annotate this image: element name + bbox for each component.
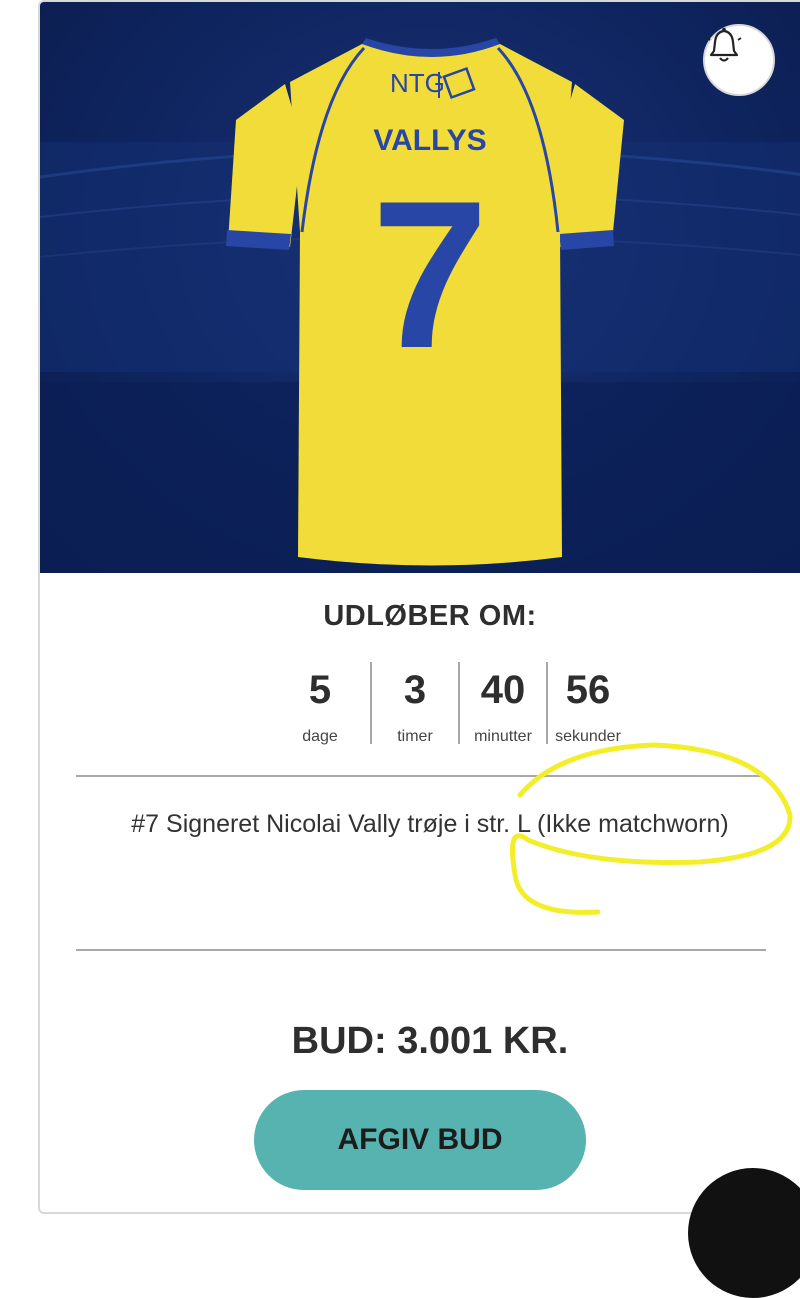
notify-button[interactable] [703,24,775,96]
countdown-timer: 5 dage 3 timer 40 minutter 56 sekunder [270,662,628,746]
place-bid-button[interactable]: AFGIV BUD [254,1090,586,1190]
countdown-seconds-value: 56 [565,668,611,712]
divider [76,775,766,777]
countdown-seconds: 56 sekunder [548,662,628,746]
bell-icon [706,27,742,62]
countdown-seconds-label: sekunder [555,728,621,745]
current-bid: BUD: 3.001 KR. [291,1020,569,1062]
countdown-hours-value: 3 [403,668,427,712]
expires-title: UDLØBER OM: [323,600,537,632]
countdown-days-label: dage [302,728,338,745]
shirt-number: 7 [372,157,489,392]
countdown-minutes-label: minutter [474,728,532,745]
countdown-hours-label: timer [397,728,433,745]
countdown-days: 5 dage [270,662,370,746]
divider [76,949,766,951]
chat-button[interactable] [688,1168,800,1298]
auction-card: NTG VALLYS 7 UDLØBER OM: 5 dage 3 timer … [38,0,800,1214]
countdown-minutes-value: 40 [480,668,526,712]
product-image: NTG VALLYS 7 [40,2,800,573]
player-name: VALLYS [373,124,486,157]
product-description: #7 Signeret Nicolai Vally trøje i str. L… [131,810,729,838]
countdown-hours: 3 timer [372,662,458,746]
sponsor-logo: NTG [390,68,445,98]
jersey-illustration: NTG VALLYS 7 [40,38,800,573]
countdown-minutes: 40 minutter [460,662,546,746]
countdown-days-value: 5 [308,668,332,712]
